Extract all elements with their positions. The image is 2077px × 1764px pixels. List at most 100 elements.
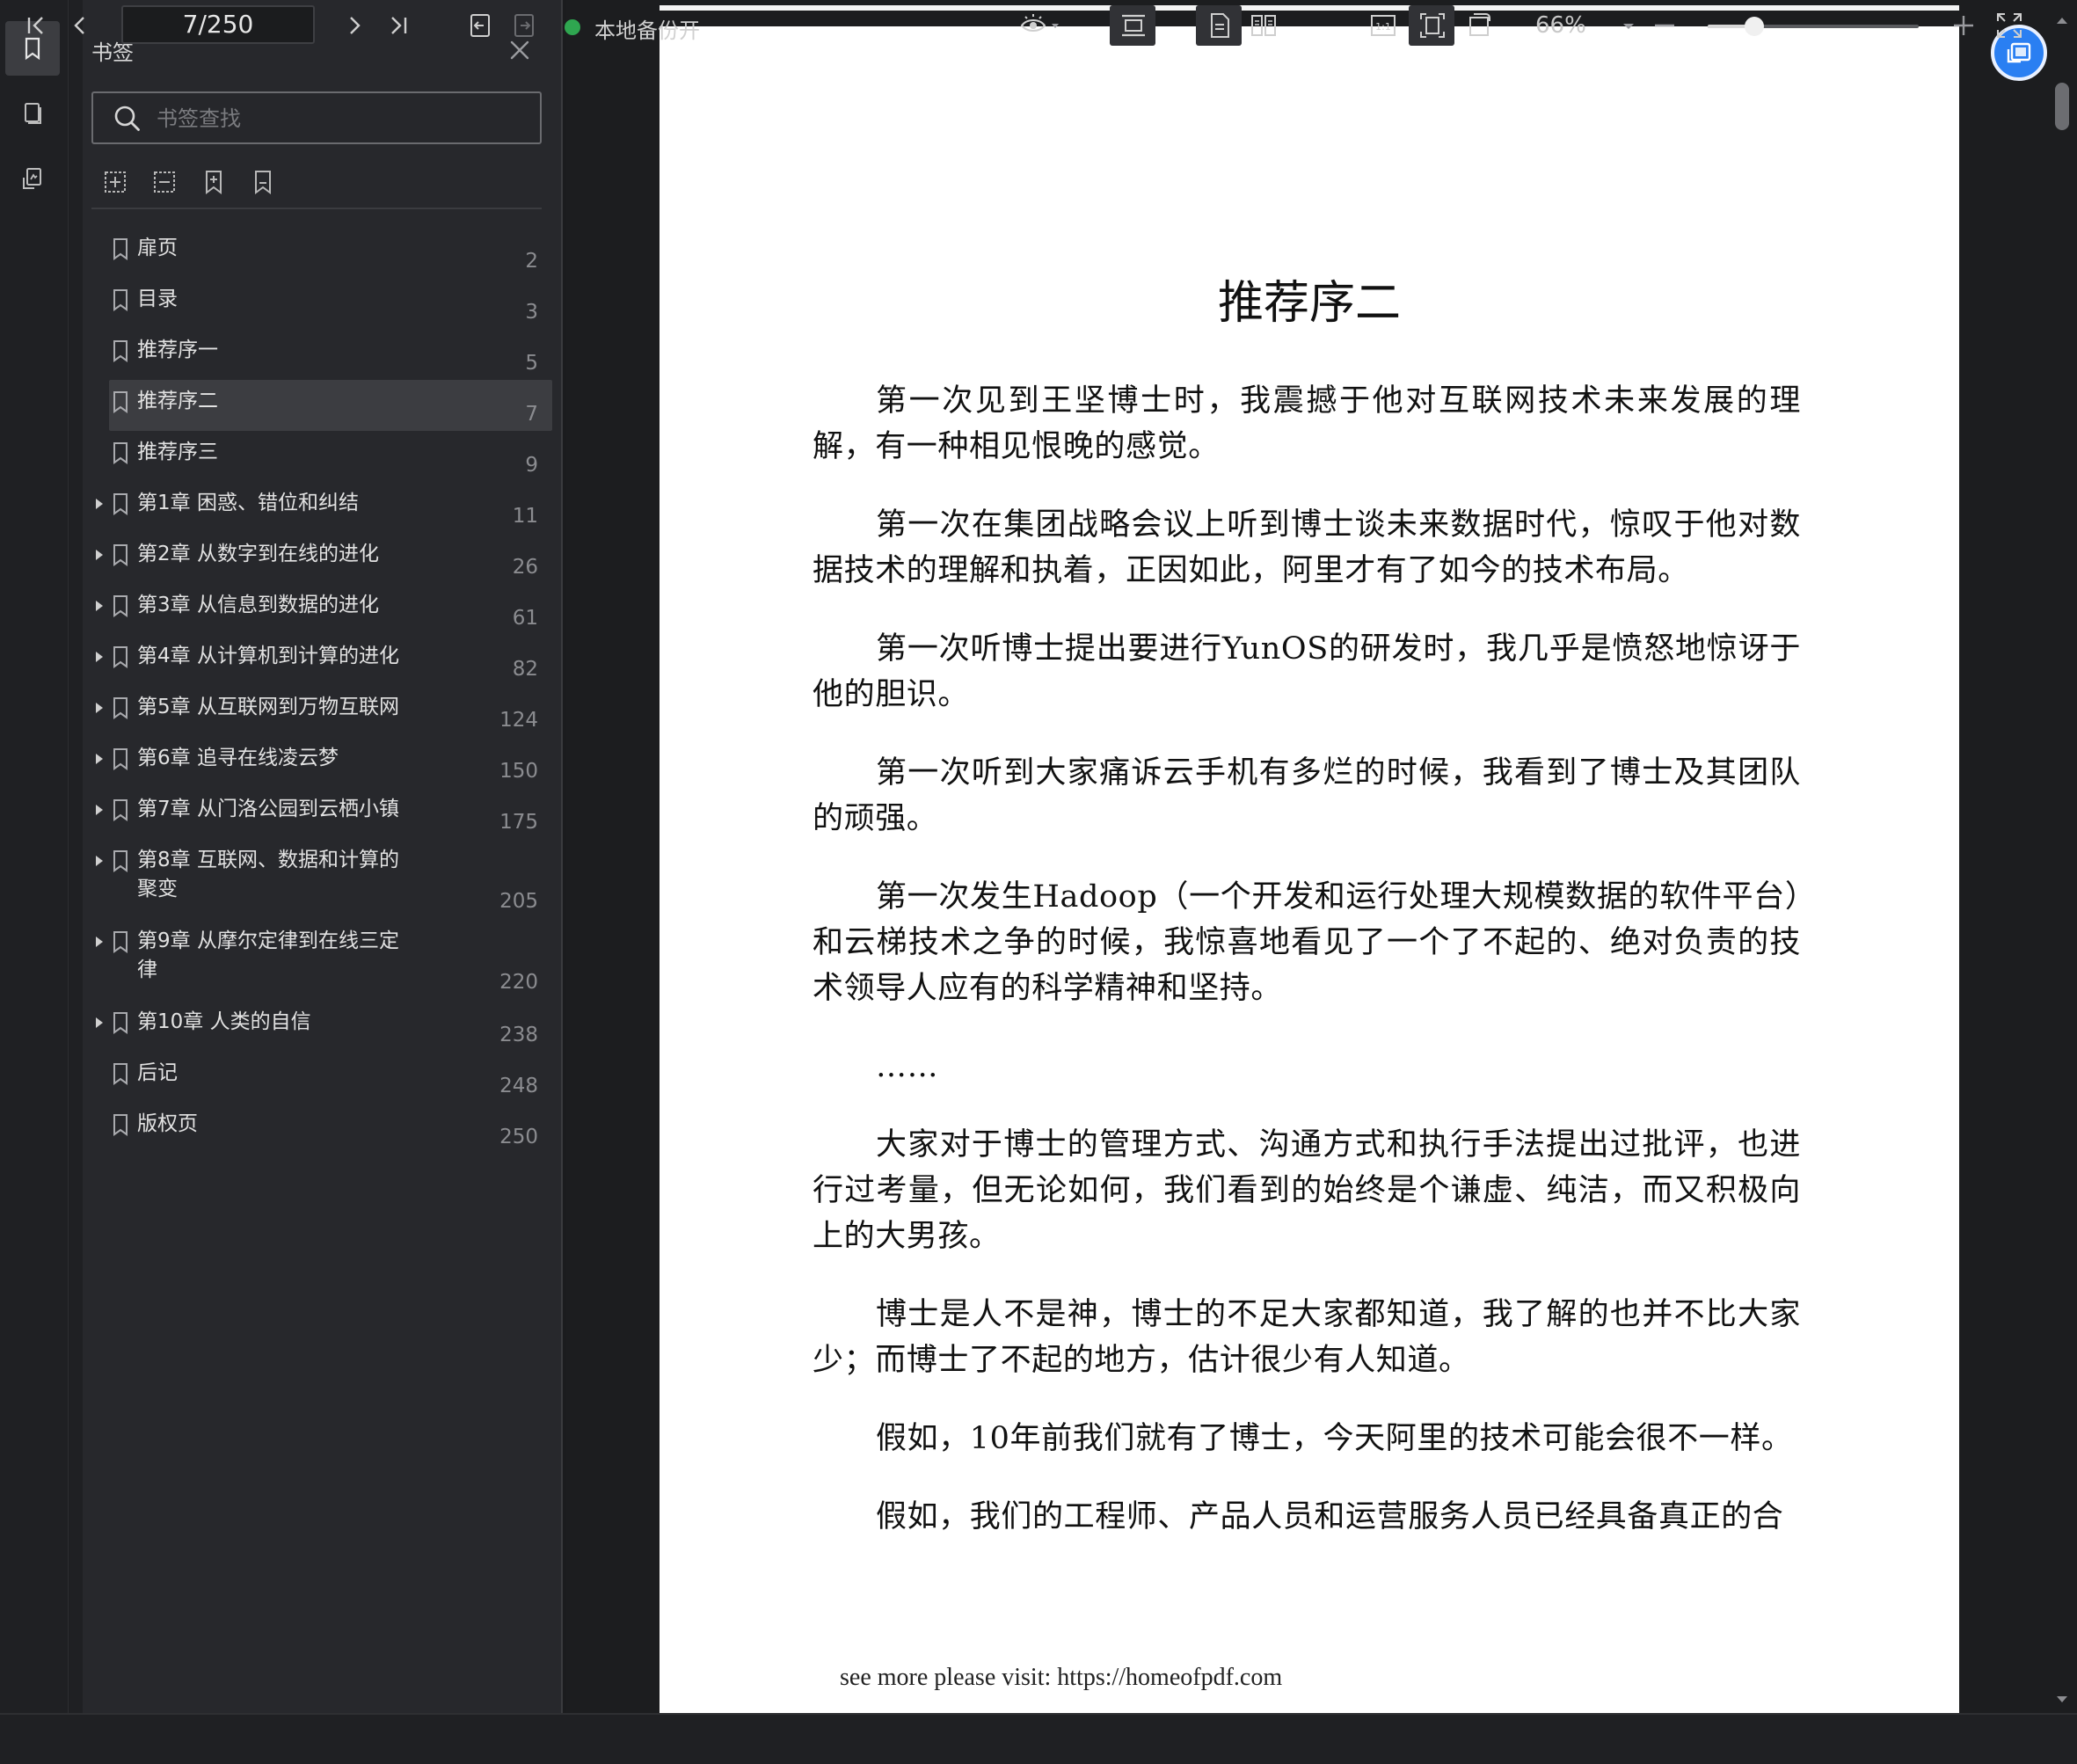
bookmark-item[interactable]: 推荐序一 5 bbox=[83, 329, 552, 380]
expand-arrow-icon[interactable] bbox=[93, 804, 106, 816]
bookmark-item[interactable]: 第1章 困惑、错位和纠结 11 bbox=[83, 482, 552, 533]
bookmark-label: 推荐序一 bbox=[137, 339, 218, 361]
panel-left-gutter bbox=[70, 0, 83, 1713]
zoom-dropdown-icon[interactable] bbox=[1620, 11, 1637, 40]
bookmark-label: 第3章 从信息到数据的进化 bbox=[137, 594, 379, 616]
expand-arrow-icon[interactable] bbox=[93, 651, 106, 663]
go-forward-icon[interactable] bbox=[510, 11, 540, 40]
bookmark-item[interactable]: 第4章 从计算机到计算的进化 82 bbox=[83, 635, 552, 686]
search-icon bbox=[114, 106, 140, 131]
scroll-down-arrow-icon[interactable] bbox=[2056, 1695, 2068, 1704]
two-page-icon[interactable] bbox=[1249, 11, 1279, 40]
bookmark-page-number: 248 bbox=[499, 1075, 538, 1097]
annotation-list-icon bbox=[23, 168, 41, 189]
last-page-icon[interactable] bbox=[383, 11, 413, 40]
go-back-icon[interactable] bbox=[466, 11, 496, 40]
rotate-page-icon[interactable] bbox=[1465, 11, 1495, 40]
expand-arrow-icon[interactable] bbox=[93, 1017, 106, 1029]
bookmark-label: 第9章 从摩尔定律到在线三定律 bbox=[137, 929, 399, 981]
bookmark-item[interactable]: 推荐序三 9 bbox=[83, 431, 552, 482]
bookmark-icon bbox=[113, 697, 128, 719]
zoom-in-icon[interactable] bbox=[1949, 11, 1979, 40]
bookmark-item[interactable]: 扉页 2 bbox=[83, 227, 552, 278]
bookmark-item[interactable]: 目录 3 bbox=[83, 278, 552, 329]
zoom-level-label[interactable]: 66% bbox=[1535, 12, 1586, 39]
bookmark-label: 第5章 从互联网到万物互联网 bbox=[137, 696, 399, 718]
page-paragraph: 博士是人不是神，博士的不足大家都知道，我了解的也并不比大家少；而博士了不起的地方… bbox=[813, 1297, 1801, 1378]
bookmark-page-number: 150 bbox=[499, 760, 538, 783]
vertical-scrollbar[interactable] bbox=[2049, 0, 2077, 1713]
bookmark-page-number: 5 bbox=[525, 352, 538, 375]
bookmark-page-number: 26 bbox=[512, 556, 538, 579]
bookmark-item[interactable]: 第2章 从数字到在线的进化 26 bbox=[83, 533, 552, 584]
page-paragraph: …… bbox=[876, 1049, 939, 1084]
bookmark-item[interactable]: 第5章 从互联网到万物互联网 124 bbox=[83, 686, 552, 737]
scroll-up-arrow-icon[interactable] bbox=[2056, 16, 2068, 25]
zoom-slider-thumb[interactable] bbox=[1744, 17, 1764, 36]
page-number-input[interactable]: 7/250 bbox=[121, 5, 315, 44]
expand-arrow-icon[interactable] bbox=[93, 702, 106, 714]
bookmark-label: 第4章 从计算机到计算的进化 bbox=[137, 645, 399, 667]
bookmark-icon bbox=[113, 340, 128, 362]
bookmark-label: 版权页 bbox=[137, 1112, 198, 1135]
bookmark-item[interactable]: 第6章 追寻在线凌云梦 150 bbox=[83, 737, 552, 788]
bookmark-page-number: 238 bbox=[499, 1024, 538, 1046]
bookmark-icon bbox=[113, 850, 128, 872]
bookmark-page-number: 220 bbox=[499, 971, 538, 994]
collapse-all-icon[interactable] bbox=[149, 167, 179, 197]
bookmark-label: 扉页 bbox=[137, 237, 178, 259]
expand-arrow-icon[interactable] bbox=[93, 936, 106, 948]
backup-status-indicator bbox=[565, 19, 580, 35]
bookmark-page-number: 205 bbox=[499, 890, 538, 913]
bookmark-item[interactable]: 推荐序二 7 bbox=[83, 380, 552, 431]
actual-size-icon[interactable]: 1:1 bbox=[1368, 11, 1398, 40]
bookmark-label: 推荐序二 bbox=[137, 390, 218, 412]
bookmark-label: 第10章 人类的自信 bbox=[137, 1010, 311, 1033]
bookmark-page-number: 11 bbox=[512, 505, 538, 528]
bookmark-item[interactable]: 第8章 互联网、数据和计算的聚变 205 bbox=[83, 839, 552, 920]
expand-arrow-icon[interactable] bbox=[93, 753, 106, 765]
bookmark-item[interactable]: 第7章 从门洛公园到云栖小镇 175 bbox=[83, 788, 552, 839]
bookmark-icon bbox=[113, 238, 128, 260]
pdf-page[interactable]: 推荐序二 第一次见到王坚博士时，我震撼于他对互联网技术未来发展的理解，有一种相见… bbox=[660, 26, 1959, 1713]
bookmark-page-number: 124 bbox=[499, 709, 538, 732]
annotation-panel-button[interactable] bbox=[5, 151, 60, 206]
bookmark-label: 第8章 互联网、数据和计算的聚变 bbox=[137, 849, 399, 900]
zoom-out-icon[interactable] bbox=[1650, 11, 1680, 40]
expand-arrow-icon[interactable] bbox=[93, 855, 106, 867]
expand-arrow-icon[interactable] bbox=[93, 600, 106, 612]
bookmark-search-input[interactable] bbox=[157, 102, 526, 135]
bookmark-page-number: 250 bbox=[499, 1126, 538, 1148]
bookmark-label: 第1章 困惑、错位和纠结 bbox=[137, 492, 359, 514]
backup-status-label[interactable]: 本地备份开 bbox=[594, 13, 700, 44]
bottom-status-bar bbox=[0, 1713, 2077, 1764]
add-bookmark-icon[interactable] bbox=[199, 167, 229, 197]
delete-bookmark-icon[interactable] bbox=[248, 167, 278, 197]
next-page-icon[interactable] bbox=[339, 11, 369, 40]
thumbnail-icon bbox=[25, 103, 41, 124]
bookmark-item[interactable]: 第10章 人类的自信 238 bbox=[83, 1001, 552, 1052]
eye-care-mode-icon[interactable] bbox=[1018, 11, 1060, 40]
bookmark-icon bbox=[113, 493, 128, 515]
bookmark-label: 第7章 从门洛公园到云栖小镇 bbox=[137, 798, 399, 820]
bookmark-icon bbox=[113, 289, 128, 311]
expand-all-icon[interactable] bbox=[100, 167, 130, 197]
bookmark-item[interactable]: 第9章 从摩尔定律到在线三定律 220 bbox=[83, 920, 552, 1001]
page-paragraph: 假如，我们的工程师、产品人员和运营服务人员已经具备真正的合 bbox=[876, 1499, 1784, 1534]
left-icon-rail bbox=[0, 0, 69, 1713]
expand-arrow-icon[interactable] bbox=[93, 549, 106, 561]
bookmark-item[interactable]: 版权页 250 bbox=[83, 1103, 552, 1154]
previous-page-icon[interactable] bbox=[65, 11, 95, 40]
bookmark-icon bbox=[113, 544, 128, 566]
thumbnail-panel-button[interactable] bbox=[5, 86, 60, 141]
bookmark-page-number: 7 bbox=[525, 403, 538, 426]
bookmark-label: 第6章 追寻在线凌云梦 bbox=[137, 747, 339, 769]
first-page-icon[interactable] bbox=[21, 11, 51, 40]
bookmark-page-number: 3 bbox=[525, 301, 538, 324]
bookmark-item[interactable]: 后记 248 bbox=[83, 1052, 552, 1103]
fullscreen-icon[interactable] bbox=[1994, 11, 2024, 40]
bookmark-item[interactable]: 第3章 从信息到数据的进化 61 bbox=[83, 584, 552, 635]
scrollbar-thumb[interactable] bbox=[2055, 83, 2069, 130]
expand-arrow-icon[interactable] bbox=[93, 498, 106, 510]
bookmark-icon bbox=[113, 931, 128, 953]
